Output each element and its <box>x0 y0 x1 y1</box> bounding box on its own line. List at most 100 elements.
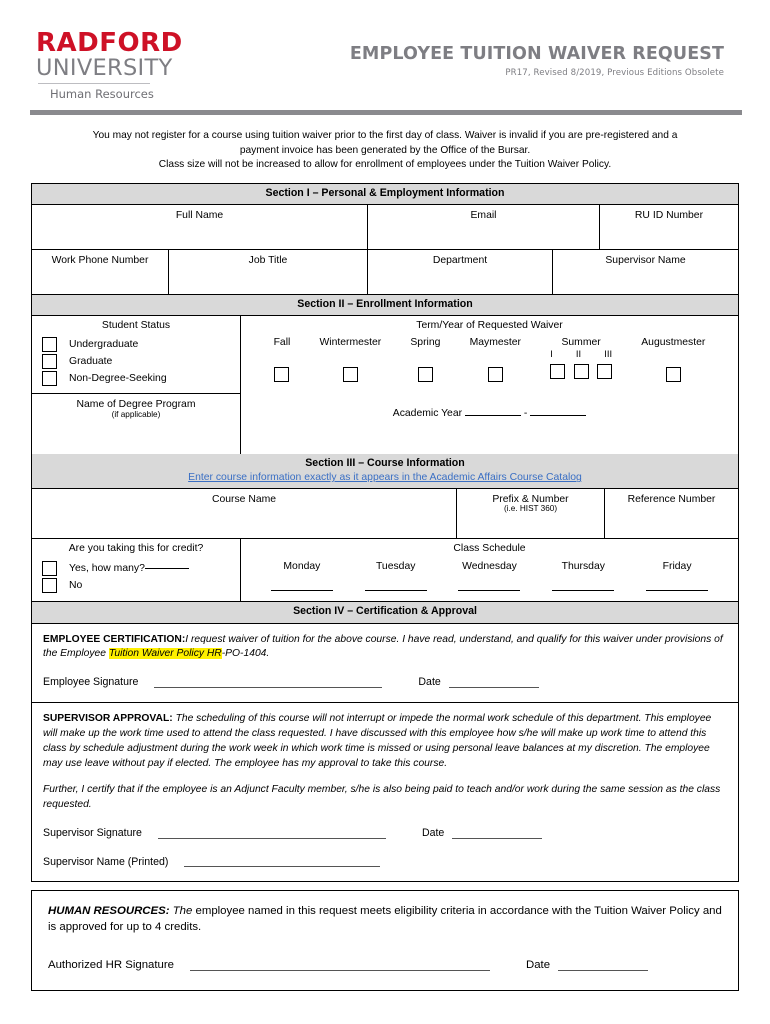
section-3-title: Section III – Course Information <box>305 457 465 470</box>
day-label: Wednesday <box>462 561 517 573</box>
field-full-name[interactable]: Full Name <box>32 204 368 250</box>
checkbox-row-credit-no[interactable]: No <box>32 577 240 594</box>
term-wintermester[interactable]: Wintermester <box>319 337 381 383</box>
checkbox-credit-yes[interactable] <box>42 561 57 577</box>
checkbox-graduate[interactable] <box>42 354 57 370</box>
hr-date-blank[interactable] <box>558 969 649 971</box>
checkbox-summer-i[interactable] <box>550 364 566 380</box>
checkbox-label: Graduate <box>69 356 113 368</box>
class-schedule-group: Class Schedule Monday Tuesday Wednesday <box>241 539 738 603</box>
day-wednesday[interactable]: Wednesday <box>443 561 535 592</box>
course-catalog-link[interactable]: Enter course information exactly as it a… <box>32 470 738 484</box>
field-work-phone-number[interactable]: Work Phone Number <box>32 249 169 295</box>
field-supervisor-name[interactable]: Supervisor Name <box>553 250 738 295</box>
day-friday[interactable]: Friday <box>631 561 723 592</box>
supervisor-signature-blank[interactable] <box>157 837 386 839</box>
day-label: Friday <box>662 561 692 573</box>
supervisor-printed-name-row: Supervisor Name (Printed) <box>43 855 727 870</box>
checkbox-fall[interactable] <box>274 367 290 383</box>
day-thursday[interactable]: Thursday <box>537 561 629 592</box>
academic-year-start-blank[interactable] <box>464 415 521 417</box>
checkbox-maymester[interactable] <box>487 367 503 383</box>
day-tuesday[interactable]: Tuesday <box>350 561 442 592</box>
day-input-blank[interactable] <box>646 590 709 592</box>
section-2-heading: Section II – Enrollment Information <box>32 294 738 317</box>
form-page: RADFORD UNIVERSITY Human Resources EMPLO… <box>0 0 770 1024</box>
employee-signature-blank[interactable] <box>154 686 383 688</box>
term-label: Spring <box>410 337 441 349</box>
employee-signature-label: Employee Signature <box>43 676 139 689</box>
supervisor-approval-paragraph-2: Further, I certify that if the employee … <box>43 784 721 811</box>
human-resources-title: HUMAN RESOURCES: <box>48 904 170 917</box>
supervisor-printed-name-blank[interactable] <box>184 865 381 867</box>
checkbox-augustmester[interactable] <box>665 367 681 383</box>
field-prefix-number[interactable]: Prefix & Number (i.e. HIST 360) <box>457 489 605 540</box>
summer-part-label: II <box>575 348 582 360</box>
checkbox-spring[interactable] <box>417 367 433 383</box>
term-augustmester[interactable]: Augustmester <box>641 337 706 383</box>
human-resources-text: HUMAN RESOURCES: The employee named in t… <box>48 903 724 935</box>
title-block: EMPLOYEE TUITION WAIVER REQUEST PR17, Re… <box>336 30 740 78</box>
student-status-label: Student Status <box>101 320 171 332</box>
checkbox-undergraduate[interactable] <box>42 337 57 353</box>
checkbox-summer-ii[interactable] <box>573 364 589 380</box>
day-input-blank[interactable] <box>552 590 615 592</box>
supervisor-approval-paragraph-1: SUPERVISOR APPROVAL: The scheduling of t… <box>43 712 727 772</box>
day-input-blank[interactable] <box>364 590 427 592</box>
day-label: Tuesday <box>375 561 416 573</box>
checkbox-row-credit-yes[interactable]: Yes, how many? <box>32 560 240 577</box>
term-maymester[interactable]: Maymester <box>470 337 521 383</box>
term-label: Fall <box>273 337 291 349</box>
intro-line-1: You may not register for a course using … <box>92 130 678 142</box>
summer-roman-numerals: I II III <box>550 348 612 359</box>
human-resources-emphasis: The <box>172 904 193 917</box>
employee-date-blank[interactable] <box>448 686 539 688</box>
hr-signature-row: Authorized HR Signature Date <box>48 957 724 973</box>
day-input-blank[interactable] <box>270 590 333 592</box>
field-email[interactable]: Email <box>368 204 600 250</box>
field-ru-id-number[interactable]: RU ID Number <box>600 205 738 250</box>
logo-divider <box>38 83 150 85</box>
checkbox-non-degree-seeking[interactable] <box>42 371 57 387</box>
checkbox-summer-iii[interactable] <box>597 364 613 380</box>
field-label: RU ID Number <box>634 209 704 221</box>
section-4-heading: Section IV – Certification & Approval <box>32 602 738 624</box>
checkbox-row-graduate[interactable]: Graduate <box>32 353 240 370</box>
field-course-name[interactable]: Course Name <box>32 489 457 540</box>
employee-signature-row: Employee Signature Date <box>43 675 727 690</box>
page-header: RADFORD UNIVERSITY Human Resources EMPLO… <box>0 0 770 101</box>
academic-year-field[interactable]: Academic Year - <box>241 382 738 419</box>
credit-question-label: Are you taking this for credit? <box>68 543 204 555</box>
checkbox-wintermester[interactable] <box>342 367 358 383</box>
supervisor-approval-title: SUPERVISOR APPROVAL: <box>43 712 173 724</box>
checkbox-row-non-degree-seeking[interactable]: Non-Degree-Seeking <box>32 370 240 387</box>
day-monday[interactable]: Monday <box>256 561 348 592</box>
term-label: Augustmester <box>641 337 706 349</box>
supervisor-date-blank[interactable] <box>452 837 543 839</box>
academic-year-end-blank[interactable] <box>530 415 587 417</box>
field-job-title[interactable]: Job Title <box>169 249 368 295</box>
employee-date-label: Date <box>418 676 441 689</box>
supervisor-signature-label: Supervisor Signature <box>43 827 142 840</box>
credit-count-blank[interactable] <box>144 568 189 570</box>
term-fall[interactable]: Fall <box>273 337 291 383</box>
section-2-right-column: Term/Year of Requested Waiver Fall Winte… <box>241 316 738 454</box>
section-1-row-1: Full Name Email RU ID Number <box>32 204 738 250</box>
hr-signature-blank[interactable] <box>190 969 490 971</box>
field-department[interactable]: Department <box>368 249 553 295</box>
supervisor-printed-name-label: Supervisor Name (Printed) <box>43 855 169 868</box>
field-label: Department <box>432 254 488 266</box>
employee-certification-block: EMPLOYEE CERTIFICATION:I request waiver … <box>32 624 738 703</box>
supervisor-approval-block: SUPERVISOR APPROVAL: The scheduling of t… <box>32 703 738 881</box>
term-spring[interactable]: Spring <box>410 337 441 383</box>
field-degree-program[interactable]: Name of Degree Program (if applicable) <box>32 394 240 454</box>
day-input-blank[interactable] <box>458 590 521 592</box>
field-reference-number[interactable]: Reference Number <box>605 489 738 540</box>
degree-program-sublabel: (if applicable) <box>111 410 161 420</box>
term-summer-group: Summer I II III <box>550 337 613 380</box>
checkbox-credit-no[interactable] <box>42 578 57 594</box>
intro-line-3: Class size will not be increased to allo… <box>158 159 612 171</box>
section-3-row-1: Course Name Prefix & Number (i.e. HIST 3… <box>32 489 738 540</box>
checkbox-row-undergraduate[interactable]: Undergraduate <box>32 336 240 353</box>
term-year-label: Term/Year of Requested Waiver <box>416 320 563 332</box>
